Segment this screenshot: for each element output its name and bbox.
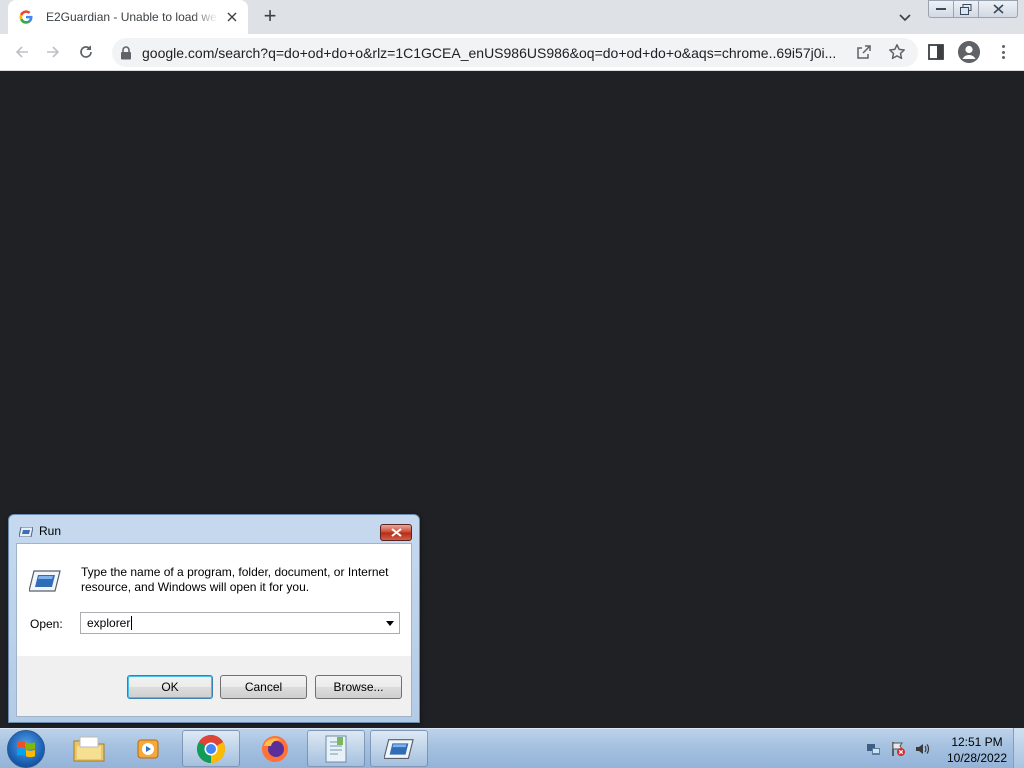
run-dialog: Run Type the name of a program, folder, … bbox=[8, 514, 420, 723]
run-title: Run bbox=[39, 524, 62, 538]
browser-toolbar: google.com/search?q=do+od+do+o&rlz=1C1GC… bbox=[0, 34, 1024, 71]
run-program-icon bbox=[28, 570, 61, 592]
chrome-icon[interactable] bbox=[182, 730, 240, 767]
firefox-icon[interactable] bbox=[246, 730, 304, 767]
taskbar: 12:51 PM 10/28/2022 bbox=[0, 728, 1024, 768]
tab-close-icon[interactable] bbox=[224, 9, 240, 25]
forward-arrow-icon[interactable] bbox=[41, 40, 65, 64]
notepad-document-icon[interactable] bbox=[307, 730, 365, 767]
action-center-flag-icon[interactable] bbox=[890, 741, 906, 757]
url-text[interactable]: google.com/search?q=do+od+do+o&rlz=1C1GC… bbox=[142, 45, 854, 61]
lock-icon[interactable] bbox=[120, 46, 132, 65]
run-description: Type the name of a program, folder, docu… bbox=[81, 565, 389, 594]
star-icon[interactable] bbox=[888, 43, 906, 66]
share-icon[interactable] bbox=[856, 44, 872, 65]
new-tab-button[interactable]: + bbox=[258, 5, 282, 29]
close-icon[interactable] bbox=[380, 524, 412, 541]
network-icon[interactable] bbox=[866, 741, 882, 757]
run-titlebar[interactable]: Run bbox=[9, 515, 419, 543]
browse-button[interactable]: Browse... bbox=[315, 675, 402, 699]
text-caret bbox=[131, 616, 132, 630]
run-client-top: Type the name of a program, folder, docu… bbox=[17, 544, 411, 656]
system-tray: 12:51 PM 10/28/2022 bbox=[862, 729, 1022, 768]
open-input[interactable]: explorer bbox=[87, 616, 130, 630]
side-panel-icon[interactable] bbox=[928, 44, 944, 65]
open-label: Open: bbox=[30, 617, 63, 631]
chevron-down-icon[interactable] bbox=[383, 615, 397, 631]
back-arrow-icon[interactable] bbox=[10, 40, 34, 64]
open-combobox[interactable]: explorer bbox=[80, 612, 400, 634]
tab-strip: E2Guardian - Unable to load web page + bbox=[0, 0, 1024, 34]
run-client-area: Type the name of a program, folder, docu… bbox=[16, 543, 412, 717]
restore-button[interactable] bbox=[953, 0, 979, 18]
run-dialog-icon[interactable] bbox=[370, 730, 428, 767]
tab-title: E2Guardian - Unable to load web page bbox=[46, 10, 218, 24]
windows-explorer-icon[interactable] bbox=[60, 730, 118, 767]
show-desktop-button[interactable] bbox=[1013, 728, 1024, 768]
media-player-icon[interactable] bbox=[120, 730, 178, 767]
clock-time: 12:51 PM bbox=[951, 735, 1003, 749]
kebab-menu-icon[interactable] bbox=[996, 43, 1010, 61]
google-g-icon bbox=[18, 9, 34, 25]
start-button[interactable] bbox=[7, 730, 45, 768]
ok-button[interactable]: OK bbox=[127, 675, 213, 699]
cancel-button[interactable]: Cancel bbox=[220, 675, 307, 699]
clock-date: 10/28/2022 bbox=[946, 751, 1008, 765]
profile-icon[interactable] bbox=[958, 41, 980, 63]
reload-icon[interactable] bbox=[74, 40, 98, 64]
address-bar[interactable]: google.com/search?q=do+od+do+o&rlz=1C1GC… bbox=[112, 38, 918, 67]
minimize-button[interactable] bbox=[928, 0, 954, 18]
volume-icon[interactable] bbox=[914, 741, 930, 757]
run-icon bbox=[18, 524, 34, 538]
browser-tab[interactable]: E2Guardian - Unable to load web page bbox=[8, 0, 248, 34]
window-close-button[interactable] bbox=[978, 0, 1018, 18]
clock[interactable]: 12:51 PM 10/28/2022 bbox=[942, 734, 1012, 766]
tab-search-icon[interactable] bbox=[896, 8, 914, 26]
